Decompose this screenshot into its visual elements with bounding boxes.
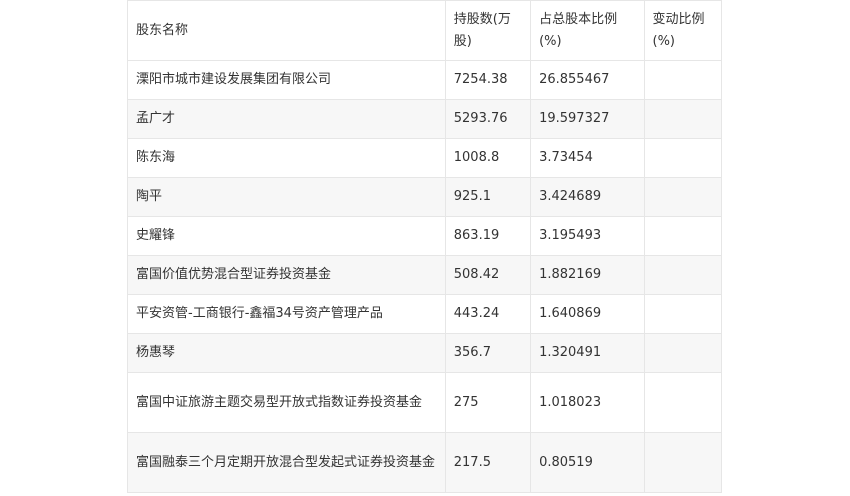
- cell-ratio: 3.424689: [530, 177, 645, 217]
- table-row: 溧阳市城市建设发展集团有限公司 7254.38 26.855467: [127, 60, 722, 100]
- table-row: 杨惠琴 356.7 1.320491: [127, 333, 722, 373]
- cell-change: [643, 372, 722, 433]
- cell-ratio: 1.320491: [530, 333, 645, 373]
- cell-change: [643, 294, 722, 334]
- cell-change: [643, 177, 722, 217]
- cell-name: 溧阳市城市建设发展集团有限公司: [127, 60, 446, 100]
- cell-shares: 1008.8: [444, 138, 532, 178]
- cell-name: 孟广才: [127, 99, 446, 139]
- table-row: 陈东海 1008.8 3.73454: [127, 138, 722, 178]
- shareholder-table-container: 股东名称 持股数(万股) 占总股本比例(%) 变动比例(%) 溧阳市城市建设发展…: [127, 0, 722, 493]
- table-header-row: 股东名称 持股数(万股) 占总股本比例(%) 变动比例(%): [127, 0, 722, 61]
- table-row: 富国价值优势混合型证券投资基金 508.42 1.882169: [127, 255, 722, 295]
- cell-shares: 356.7: [444, 333, 532, 373]
- cell-ratio: 3.195493: [530, 216, 645, 256]
- shareholder-table: 股东名称 持股数(万股) 占总股本比例(%) 变动比例(%) 溧阳市城市建设发展…: [127, 0, 722, 493]
- cell-name: 杨惠琴: [127, 333, 446, 373]
- cell-ratio: 0.80519: [530, 432, 645, 493]
- cell-ratio: 1.018023: [530, 372, 645, 433]
- cell-change: [643, 138, 722, 178]
- header-change-ratio: 变动比例(%): [643, 0, 722, 61]
- cell-change: [643, 333, 722, 373]
- header-shareholder-name: 股东名称: [127, 0, 446, 61]
- table-row: 史耀锋 863.19 3.195493: [127, 216, 722, 256]
- cell-name: 平安资管-工商银行-鑫福34号资产管理产品: [127, 294, 446, 334]
- cell-name: 史耀锋: [127, 216, 446, 256]
- table-row: 富国中证旅游主题交易型开放式指数证券投资基金 275 1.018023: [127, 372, 722, 433]
- cell-change: [643, 255, 722, 295]
- cell-shares: 217.5: [444, 432, 532, 493]
- cell-shares: 443.24: [444, 294, 532, 334]
- header-share-ratio: 占总股本比例(%): [530, 0, 645, 61]
- cell-shares: 863.19: [444, 216, 532, 256]
- cell-change: [643, 216, 722, 256]
- table-row: 陶平 925.1 3.424689: [127, 177, 722, 217]
- header-shares-held: 持股数(万股): [444, 0, 532, 61]
- table-row: 平安资管-工商银行-鑫福34号资产管理产品 443.24 1.640869: [127, 294, 722, 334]
- cell-ratio: 26.855467: [530, 60, 645, 100]
- table-row: 富国融泰三个月定期开放混合型发起式证券投资基金 217.5 0.80519: [127, 432, 722, 493]
- table-row: 孟广才 5293.76 19.597327: [127, 99, 722, 139]
- cell-change: [643, 60, 722, 100]
- cell-name: 富国价值优势混合型证券投资基金: [127, 255, 446, 295]
- cell-ratio: 1.882169: [530, 255, 645, 295]
- cell-ratio: 1.640869: [530, 294, 645, 334]
- cell-name: 陶平: [127, 177, 446, 217]
- cell-shares: 925.1: [444, 177, 532, 217]
- cell-change: [643, 99, 722, 139]
- cell-ratio: 19.597327: [530, 99, 645, 139]
- cell-shares: 508.42: [444, 255, 532, 295]
- cell-shares: 5293.76: [444, 99, 532, 139]
- cell-name: 富国融泰三个月定期开放混合型发起式证券投资基金: [127, 432, 446, 493]
- cell-shares: 275: [444, 372, 532, 433]
- cell-name: 富国中证旅游主题交易型开放式指数证券投资基金: [127, 372, 446, 433]
- cell-shares: 7254.38: [444, 60, 532, 100]
- cell-ratio: 3.73454: [530, 138, 645, 178]
- cell-change: [643, 432, 722, 493]
- cell-name: 陈东海: [127, 138, 446, 178]
